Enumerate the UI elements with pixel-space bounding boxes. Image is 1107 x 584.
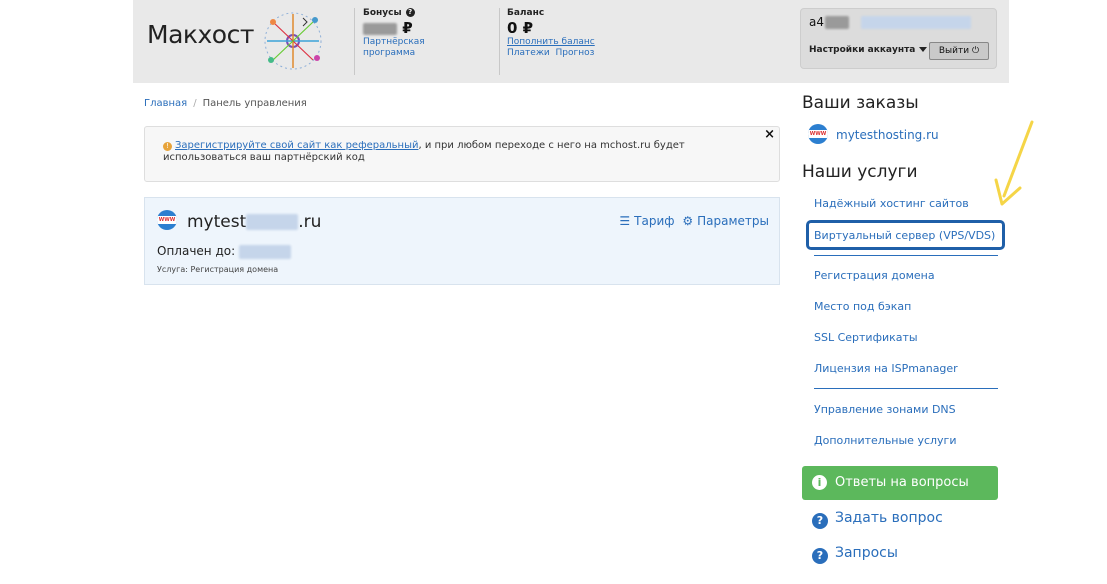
balance-block: Баланс 0 ₽ Пополнить баланс Платежи Прог… xyxy=(507,8,595,59)
faq-button[interactable]: i Ответы на вопросы xyxy=(802,466,998,500)
service-ispmanager[interactable]: Лицензия на ISPmanager xyxy=(814,362,958,375)
logo-text[interactable]: Макхост xyxy=(147,20,254,49)
service-hosting[interactable]: Надёжный хостинг сайтов xyxy=(814,197,969,210)
service-extra[interactable]: Дополнительные услуги xyxy=(814,434,956,447)
www-globe-icon: WWW xyxy=(157,210,177,230)
www-globe-icon: WWW xyxy=(808,124,828,144)
breadcrumb-home[interactable]: Главная xyxy=(144,98,187,109)
payments-link[interactable]: Платежи xyxy=(507,48,550,58)
params-link[interactable]: Параметры xyxy=(697,214,769,228)
info-icon: ! xyxy=(163,142,172,151)
vps-highlight-box xyxy=(806,220,1005,250)
logo-icon xyxy=(264,12,322,70)
requests-link[interactable]: ? Запросы xyxy=(812,545,898,564)
referral-alert: ! Зарегистрируйте свой сайт как реферальн… xyxy=(144,126,780,182)
service-type: Услуга: Регистрация домена xyxy=(157,265,279,274)
services-divider xyxy=(814,388,998,389)
breadcrumb-current: Панель управления xyxy=(202,98,307,109)
service-dns[interactable]: Управление зонами DNS xyxy=(814,403,956,416)
question-icon: ? xyxy=(812,548,828,564)
top-header: Макхост Бонусы? ₽ Партнёрская программа … xyxy=(133,0,1009,83)
forecast-link[interactable]: Прогноз xyxy=(556,48,595,58)
sliders-icon: ☰ xyxy=(619,214,631,228)
power-icon: ⏻ xyxy=(971,46,980,56)
service-backup[interactable]: Место под бэкап xyxy=(814,300,911,313)
services-divider xyxy=(814,255,998,256)
paid-until: Оплачен до: xyxy=(157,244,291,259)
tariff-link[interactable]: Тариф xyxy=(634,214,674,228)
account-id: a4 xyxy=(809,15,971,29)
gear-icon: ⚙ xyxy=(682,214,694,228)
close-icon[interactable]: × xyxy=(764,127,775,142)
question-icon: ? xyxy=(812,513,828,529)
breadcrumb: Главная / Панель управления xyxy=(144,98,307,109)
register-referral-link[interactable]: Зарегистрируйте свой сайт как реферальны… xyxy=(175,140,418,151)
caret-down-icon xyxy=(919,47,928,52)
account-settings-label: Настройки аккаунта xyxy=(809,45,916,55)
balance-amount: 0 ₽ xyxy=(507,19,534,37)
domain-name[interactable]: mytest .ru xyxy=(187,212,321,232)
domain-card: WWW mytest .ru ☰ Тариф ⚙ Параметры Оплачен … xyxy=(144,197,780,285)
topup-balance-link[interactable]: Пополнить баланс xyxy=(507,37,595,48)
services-title: Наши услуги xyxy=(802,162,918,182)
account-panel: a4 Настройки аккаунта Выйти ⏻ xyxy=(800,8,997,69)
question-icon[interactable]: ? xyxy=(405,8,415,17)
header-divider xyxy=(499,8,500,75)
ask-question-link[interactable]: ? Задать вопрос xyxy=(812,510,943,529)
info-icon: i xyxy=(812,475,827,490)
header-divider xyxy=(354,8,355,75)
balance-title: Баланс xyxy=(507,8,545,18)
account-email-blurred xyxy=(860,16,971,29)
bonus-block: Бонусы? ₽ Партнёрская программа xyxy=(363,8,433,59)
bonus-amount-blurred xyxy=(363,22,397,35)
account-settings-dropdown[interactable]: Настройки аккаунта xyxy=(809,45,928,55)
partner-program-link[interactable]: Партнёрская программа xyxy=(363,37,433,59)
annotation-arrow-icon xyxy=(994,120,1034,206)
service-ssl[interactable]: SSL Сертификаты xyxy=(814,331,918,344)
logout-button[interactable]: Выйти ⏻ xyxy=(929,42,989,60)
order-domain-link[interactable]: mytesthosting.ru xyxy=(836,128,939,142)
orders-title: Ваши заказы xyxy=(802,93,919,113)
service-domain-registration[interactable]: Регистрация домена xyxy=(814,269,935,282)
bonus-title: Бонусы xyxy=(363,8,402,18)
bonus-currency: ₽ xyxy=(402,19,413,37)
